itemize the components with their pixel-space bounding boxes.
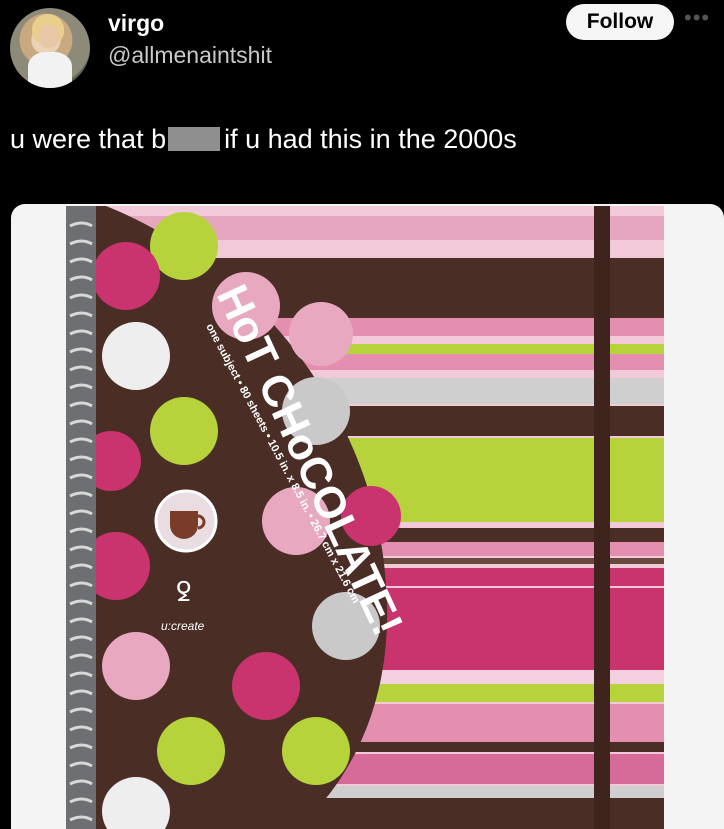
polka-dot [150, 397, 218, 465]
brand-name: u:create [161, 619, 205, 633]
user-handle[interactable]: @allmenaintshit [108, 42, 272, 69]
polka-dot [282, 717, 350, 785]
polka-dot [102, 632, 170, 700]
tweet-header: virgo @allmenaintshit Follow ••• [0, 0, 724, 100]
follow-button[interactable]: Follow [566, 4, 674, 40]
more-horizontal-icon[interactable]: ••• [684, 7, 714, 29]
brand-logo-icon: ꝿ [176, 577, 191, 607]
polka-dot [92, 242, 160, 310]
polka-dot [102, 322, 170, 390]
cup-icon [170, 511, 198, 539]
polka-dot [150, 212, 218, 280]
notebook-photo: ꝿ u:create HoT CHoCOLATE! one subject • … [66, 206, 664, 829]
censor-bar [168, 127, 221, 151]
display-name[interactable]: virgo [108, 10, 164, 37]
avatar-shirt [28, 52, 72, 88]
polka-dot [289, 302, 353, 366]
elastic-band [594, 206, 610, 829]
tweet-text-start: u were that b [10, 124, 167, 154]
avatar[interactable] [10, 8, 90, 88]
tweet-text: u were that b if u had this in the 2000s [10, 124, 517, 155]
spiral-binding [66, 206, 96, 829]
avatar-face [38, 24, 60, 48]
tweet-text-end: if u had this in the 2000s [224, 124, 517, 154]
polka-dot [232, 652, 300, 720]
polka-dot [157, 717, 225, 785]
tweet-media[interactable]: ꝿ u:create HoT CHoCOLATE! one subject • … [11, 204, 724, 829]
